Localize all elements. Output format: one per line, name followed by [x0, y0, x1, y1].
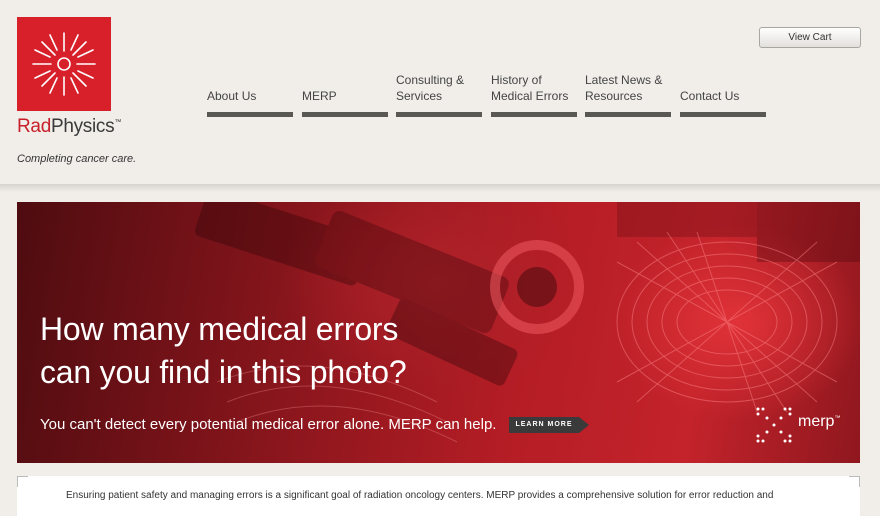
brand-name[interactable]: RadPhysics™: [17, 116, 121, 138]
site-header: RadPhysics™ Completing cancer care. View…: [0, 0, 880, 184]
nav-underline-bar: [680, 112, 766, 117]
merp-logo-text: merp™: [798, 413, 840, 431]
corner-left: [17, 476, 28, 487]
hero-subtext: You can't detect every potential medical…: [40, 416, 497, 433]
nav-item-label: MERP: [302, 88, 337, 104]
nav-item-label: History of Medical Errors: [491, 72, 568, 104]
nav-underline-bar: [207, 112, 293, 117]
nav-item-about-us[interactable]: About Us: [207, 72, 293, 117]
nav-label-line1: Consulting &: [396, 73, 465, 87]
nav-underline-bar: [491, 112, 577, 117]
learn-more-label: LEARN MORE: [509, 417, 579, 433]
nav-item-latest-news-resources[interactable]: Latest News & Resources: [585, 72, 671, 117]
nav-label-line1: About Us: [207, 89, 257, 103]
nav-item-history-medical-errors[interactable]: History of Medical Errors: [491, 72, 577, 117]
hero-headline-line2: can you find in this photo?: [40, 354, 407, 390]
brand-name-rad: Rad: [17, 116, 51, 137]
brand-name-physics: Physics: [50, 116, 115, 137]
nav-item-merp[interactable]: MERP: [302, 72, 388, 117]
corner-right: [849, 476, 860, 487]
nav-underline-bar: [585, 112, 671, 117]
merp-dots-icon: [756, 407, 792, 443]
intro-paragraph: Ensuring patient safety and managing err…: [66, 490, 774, 501]
nav-underline-bar: [396, 112, 482, 117]
starburst-icon: [32, 32, 96, 96]
merp-trademark: ™: [834, 415, 841, 422]
view-cart-button[interactable]: View Cart: [759, 27, 861, 48]
nav-item-contact-us[interactable]: Contact Us: [680, 72, 766, 117]
brand-tagline: Completing cancer care.: [17, 153, 137, 165]
nav-label-line2: Medical Errors: [491, 89, 569, 103]
header-shadow: [0, 184, 880, 192]
nav-label-line1: Latest News &: [585, 73, 663, 87]
hero-banner[interactable]: How many medical errors can you find in …: [17, 202, 860, 463]
brand-trademark: ™: [114, 119, 122, 126]
nav-label-line1: History of: [491, 73, 542, 87]
nav-item-label: Consulting & Services: [396, 72, 464, 104]
nav-label-line1: Contact Us: [680, 89, 740, 103]
merp-name: merp: [798, 413, 835, 430]
nav-underline-bar: [302, 112, 388, 117]
radphysics-logo[interactable]: [17, 17, 111, 111]
nav-item-label: Latest News & Resources: [585, 72, 662, 104]
hero-headline-line1: How many medical errors: [40, 311, 399, 347]
nav-label-line2: Services: [396, 89, 443, 103]
nav-label-line2: Resources: [585, 89, 643, 103]
nav-item-consulting-services[interactable]: Consulting & Services: [396, 72, 482, 117]
nav-item-label: About Us: [207, 88, 256, 104]
nav-label-line1: MERP: [302, 89, 337, 103]
arrow-tip-icon: [579, 417, 589, 433]
content-box: Ensuring patient safety and managing err…: [17, 476, 860, 516]
nav-item-label: Contact Us: [680, 88, 739, 104]
